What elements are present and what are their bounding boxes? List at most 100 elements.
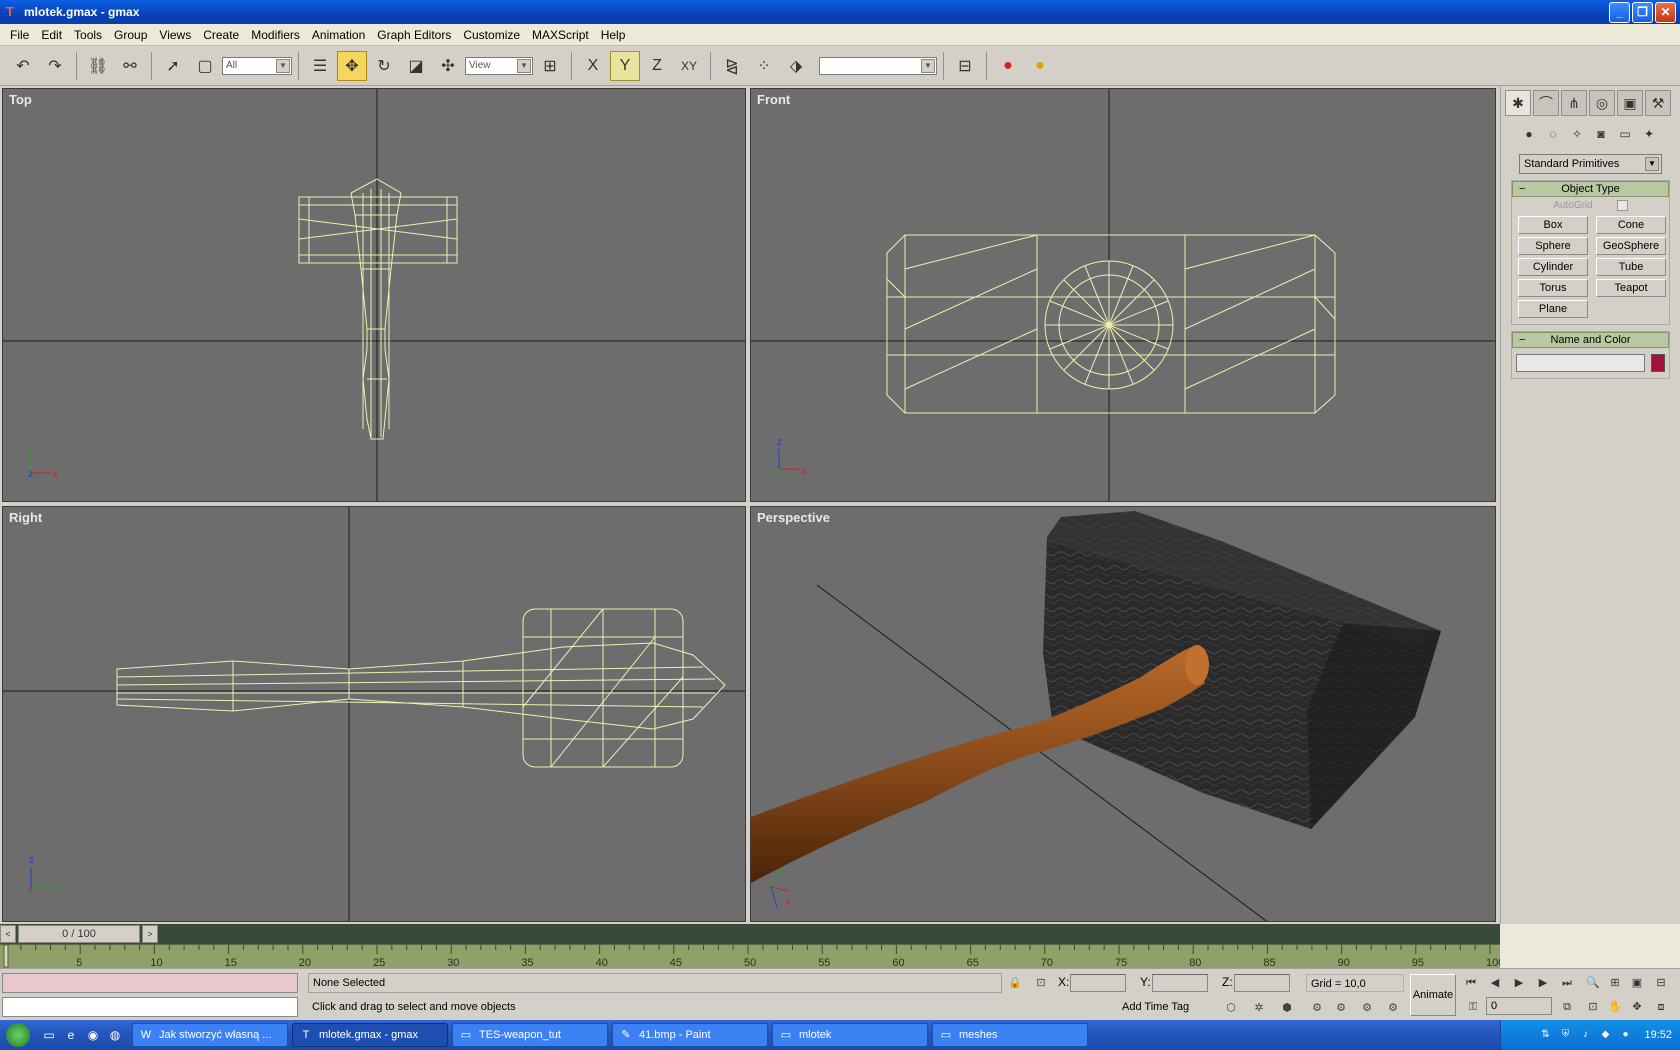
viewport-perspective[interactable]: x Perspective [750, 506, 1496, 922]
restrict-y-button[interactable]: Y [610, 50, 640, 81]
maximize-viewport-icon[interactable]: ⧈ [1652, 998, 1670, 1016]
lock-selection-icon[interactable]: 🔒 [1006, 974, 1024, 992]
box-button[interactable]: Box [1518, 216, 1588, 235]
task-button-folder-tes[interactable]: ▭ TES-weapon_tut [452, 1023, 608, 1047]
menu-tools[interactable]: Tools [68, 28, 108, 42]
autogrid-checkbox[interactable] [1616, 200, 1628, 211]
select-object-icon[interactable]: ➚ [158, 51, 188, 81]
selection-filter-dropdown[interactable]: All ▼ [222, 56, 292, 75]
next-frame-icon[interactable]: ▶ [1534, 974, 1552, 992]
menu-animation[interactable]: Animation [306, 28, 371, 42]
utilities-tab-icon[interactable]: ⚒ [1645, 90, 1671, 116]
gmax-app-icon[interactable]: T [6, 5, 20, 19]
zoom-extents-all-icon[interactable]: ⊟ [1652, 974, 1670, 992]
restrict-z-button[interactable]: Z [642, 51, 672, 81]
security-icon[interactable]: ⛨ [1558, 1028, 1572, 1042]
menu-graph-editors[interactable]: Graph Editors [371, 28, 457, 42]
viewport-label-front[interactable]: Front [757, 92, 790, 107]
zoom-extents-icon[interactable]: ▣ [1628, 974, 1646, 992]
geosphere-button[interactable]: GeoSphere [1596, 237, 1666, 256]
render-scene-icon[interactable]: ● [993, 51, 1023, 81]
task-button-folder-meshes[interactable]: ▭ meshes [932, 1023, 1088, 1047]
previous-frame-icon[interactable]: ◀ [1486, 974, 1504, 992]
restrict-x-button[interactable]: X [578, 51, 608, 81]
cone-button[interactable]: Cone [1596, 216, 1666, 235]
undo-icon[interactable]: ↶ [8, 51, 38, 81]
unlink-selection-icon[interactable]: ⚯ [115, 51, 145, 81]
select-and-rotate-icon[interactable]: ↻ [369, 51, 399, 81]
time-prev-arrow-icon[interactable]: < [0, 925, 16, 943]
time-next-arrow-icon[interactable]: > [142, 925, 158, 943]
zoom-icon[interactable]: 🔍 [1584, 974, 1602, 992]
select-and-move-icon[interactable]: ✥ [337, 50, 367, 81]
primitives-category-dropdown[interactable]: Standard Primitives ▼ [1519, 154, 1662, 174]
angle-snap-icon[interactable]: ✲ [1250, 999, 1268, 1017]
space-warps-icon[interactable]: ✦ [1639, 124, 1659, 144]
menu-customize[interactable]: Customize [457, 28, 526, 42]
object-name-field[interactable] [1516, 354, 1646, 373]
geometry-icon[interactable]: ● [1519, 124, 1539, 144]
region-select-icon[interactable]: ▢ [190, 51, 220, 81]
viewport-label-top[interactable]: Top [9, 92, 32, 107]
restore-button[interactable]: ❐ [1632, 2, 1653, 23]
viewport-right[interactable]: z x y Right [2, 506, 746, 922]
mirror-icon[interactable]: ⧎ [717, 51, 747, 81]
media-player-icon[interactable]: ◉ [84, 1026, 102, 1044]
create-tab-icon[interactable]: ✱ [1505, 90, 1531, 116]
snap-toggle-icon[interactable]: ⬡ [1222, 999, 1240, 1017]
cylinder-button[interactable]: Cylinder [1518, 258, 1588, 277]
task-button-paint[interactable]: ✎ 41.bmp - Paint [612, 1023, 768, 1047]
key-filter-icon[interactable]: ⚙ [1332, 999, 1350, 1017]
display-tab-icon[interactable]: ▣ [1617, 90, 1643, 116]
internet-explorer-icon[interactable]: e [62, 1026, 80, 1044]
key-mode-toggle-icon[interactable]: ⚿ [1464, 998, 1482, 1016]
helpers-icon[interactable]: ▭ [1615, 124, 1635, 144]
object-type-rollout-header[interactable]: − Object Type [1512, 181, 1669, 197]
percent-snap-icon[interactable]: ⬢ [1278, 999, 1296, 1017]
menu-help[interactable]: Help [595, 28, 632, 42]
go-to-start-icon[interactable]: ⏮ [1462, 974, 1480, 992]
maxscript-listener-line[interactable] [2, 973, 298, 993]
name-and-color-rollout-header[interactable]: − Name and Color [1512, 332, 1669, 349]
reference-coordinate-dropdown[interactable]: View ▼ [465, 56, 533, 75]
menu-maxscript[interactable]: MAXScript [526, 28, 595, 42]
select-and-link-icon[interactable]: ⛓ [83, 51, 113, 81]
add-time-tag-button[interactable]: Add Time Tag [1118, 997, 1218, 1017]
task-button-gmax[interactable]: Tmlotek.gmax - gmax [292, 1023, 448, 1047]
region-zoom-icon[interactable]: ⊡ [1584, 998, 1602, 1016]
modify-tab-icon[interactable]: ⌒ [1533, 90, 1559, 116]
current-frame-marker[interactable] [3, 945, 9, 968]
show-desktop-icon[interactable]: ▭ [40, 1026, 58, 1044]
minimize-button[interactable]: _ [1609, 2, 1630, 23]
viewport-label-right[interactable]: Right [9, 510, 42, 525]
close-button[interactable]: ✕ [1655, 2, 1676, 23]
y-coord-field[interactable] [1152, 974, 1208, 992]
network-icon[interactable]: ⇅ [1538, 1028, 1552, 1042]
pivot-center-icon[interactable]: ⊞ [535, 51, 565, 81]
array-icon[interactable]: ⁘ [749, 51, 779, 81]
absolute-mode-icon[interactable]: ⊡ [1032, 974, 1050, 992]
current-frame-field[interactable]: 0 [1486, 997, 1552, 1015]
viewport-top[interactable]: y z x Top [2, 88, 746, 502]
menu-create[interactable]: Create [197, 28, 245, 42]
object-color-swatch[interactable] [1651, 354, 1665, 373]
menu-modifiers[interactable]: Modifiers [245, 28, 306, 42]
plane-button[interactable]: Plane [1518, 300, 1588, 319]
task-button-folder-mlotek[interactable]: ▭ mlotek [772, 1023, 928, 1047]
firefox-icon[interactable]: ◍ [106, 1026, 124, 1044]
arc-rotate-icon[interactable]: ✥ [1628, 998, 1646, 1016]
tube-button[interactable]: Tube [1596, 258, 1666, 277]
teapot-button[interactable]: Teapot [1596, 279, 1666, 298]
lights-icon[interactable]: ✧ [1567, 124, 1587, 144]
schematic-view-icon[interactable]: ⊟ [950, 51, 980, 81]
antivirus-icon[interactable]: ◆ [1598, 1028, 1612, 1042]
maxscript-input-line[interactable] [2, 997, 298, 1017]
go-to-end-icon[interactable]: ⏭ [1558, 974, 1576, 992]
tray-app-icon[interactable]: ● [1618, 1028, 1632, 1042]
select-by-name-icon[interactable]: ☰ [305, 51, 335, 81]
menu-group[interactable]: Group [108, 28, 153, 42]
volume-icon[interactable]: ♪ [1578, 1028, 1592, 1042]
material-editor-icon[interactable]: ● [1025, 51, 1055, 81]
z-coord-field[interactable] [1234, 974, 1290, 992]
shapes-icon[interactable]: ◌ [1543, 124, 1563, 144]
